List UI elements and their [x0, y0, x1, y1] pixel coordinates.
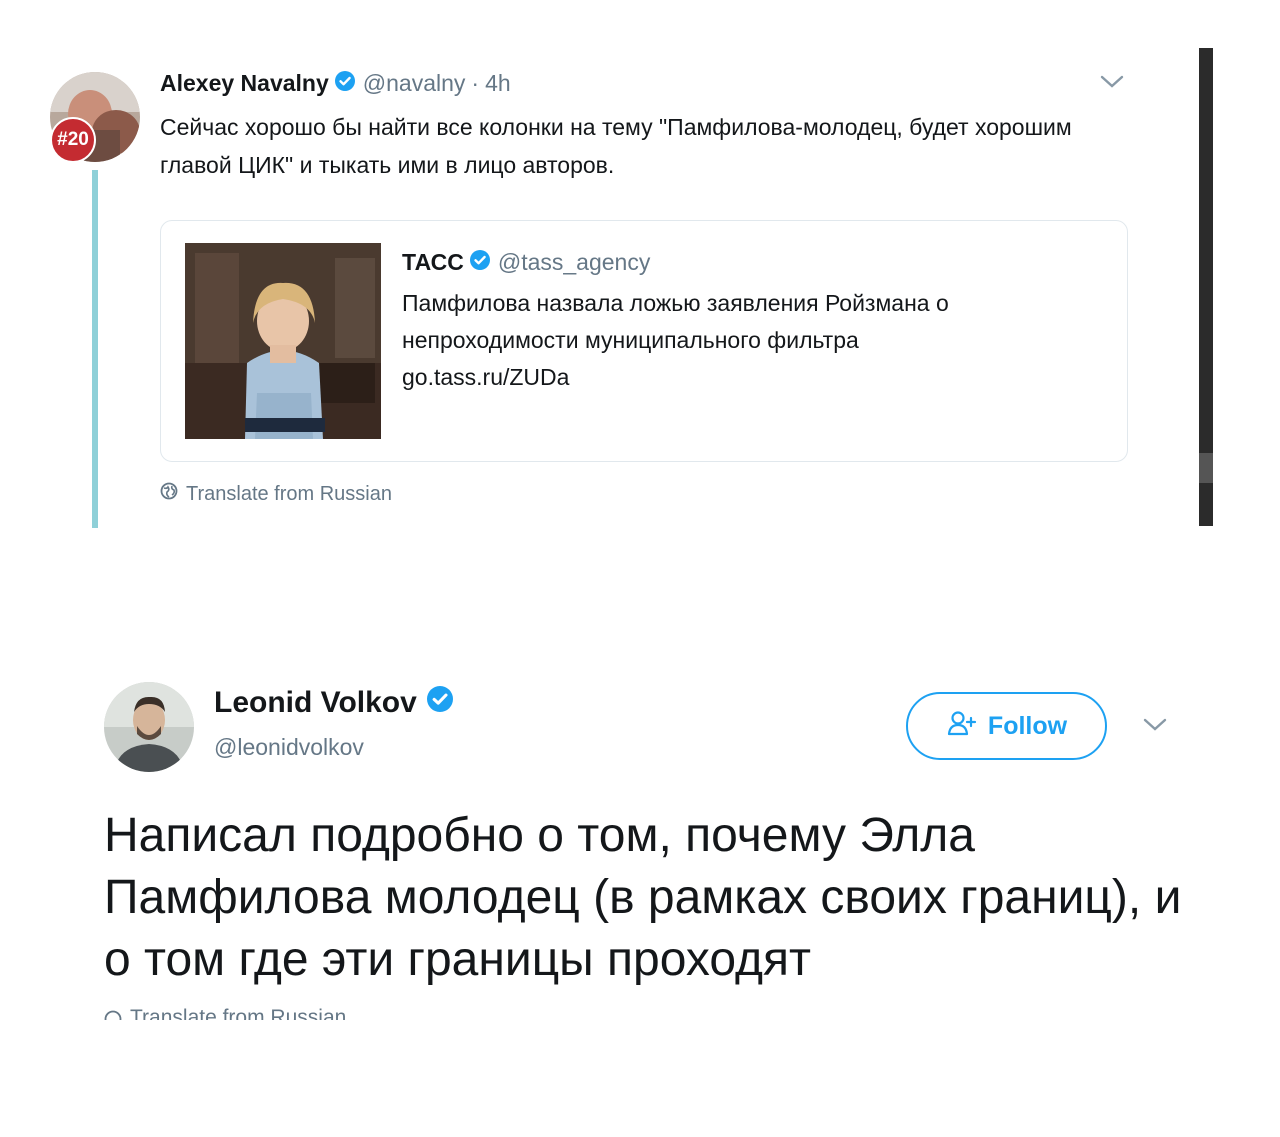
verified-badge-icon: [426, 686, 453, 720]
quoted-author-name[interactable]: ТАСС: [402, 249, 464, 276]
tweet-header: Alexey Navalny @navalny · 4h: [160, 70, 511, 97]
quoted-tweet-image: [185, 243, 381, 439]
avatar-badge: #20: [50, 117, 96, 163]
translate-label[interactable]: Translate from Russian: [130, 1006, 346, 1020]
quoted-author-handle[interactable]: @tass_agency: [498, 249, 651, 276]
author-name-row: Leonid Volkov: [214, 686, 461, 720]
quoted-tweet-header: ТАСС @tass_agency: [402, 249, 650, 276]
follow-button[interactable]: Follow: [906, 692, 1107, 760]
add-user-icon: [946, 710, 988, 743]
author-handle[interactable]: @navalny: [363, 70, 466, 97]
translate-link[interactable]: Translate from Russian: [160, 482, 392, 506]
follow-label[interactable]: Follow: [988, 712, 1067, 741]
avatar[interactable]: [104, 682, 194, 772]
author-handle[interactable]: @leonidvolkov: [214, 734, 364, 761]
tweet-navalny[interactable]: #20 Alexey Navalny @navalny · 4h Сейчас …: [0, 0, 1240, 530]
verified-badge-icon: [334, 70, 355, 97]
translate-label[interactable]: Translate from Russian: [186, 483, 392, 506]
chevron-down-icon[interactable]: [1100, 74, 1124, 95]
header-separator: ·: [471, 70, 480, 96]
globe-icon: [104, 1010, 122, 1020]
thread-line: [92, 170, 98, 528]
tweet-text: Написал подробно о том, почему Элла Памф…: [104, 809, 1182, 986]
globe-icon: [160, 482, 178, 506]
translate-link[interactable]: Translate from Russian: [104, 1006, 346, 1020]
author-name[interactable]: Leonid Volkov: [214, 686, 417, 720]
tweet-time[interactable]: 4h: [485, 70, 511, 97]
quoted-tweet-text: Памфилова назвала ложью заявления Ройзма…: [402, 285, 1102, 396]
quoted-text: Памфилова назвала ложью заявления Ройзма…: [402, 290, 949, 353]
quoted-tweet[interactable]: ТАСС @tass_agency Памфилова назвала ложь…: [160, 220, 1128, 462]
scrollbar[interactable]: [1199, 48, 1213, 526]
author-name[interactable]: Alexey Navalny: [160, 70, 329, 97]
chevron-down-icon[interactable]: [1143, 717, 1167, 738]
tweet-text: Сейчас хорошо бы найти все колонки на те…: [160, 114, 1072, 178]
verified-badge-icon: [469, 249, 490, 276]
quoted-link[interactable]: go.tass.ru/ZUDa: [402, 364, 569, 390]
